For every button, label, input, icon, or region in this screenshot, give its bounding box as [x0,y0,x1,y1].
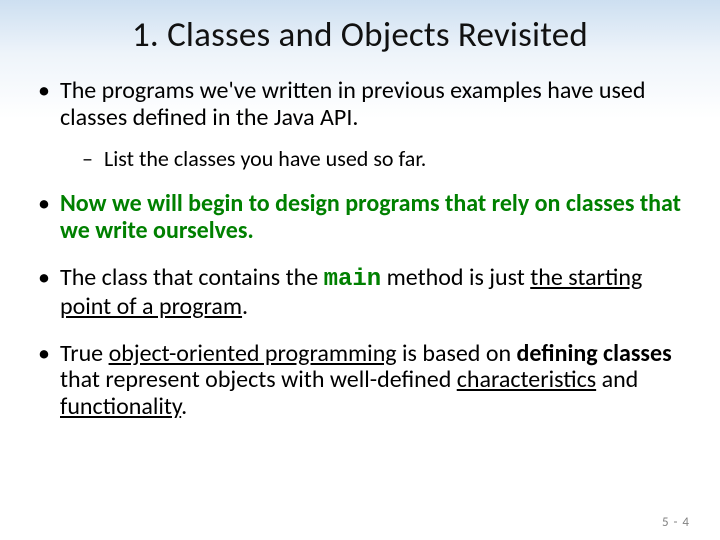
bullet-4-t4: and [596,365,638,394]
bullet-3: The class that contains the main method … [34,265,686,321]
bullet-2: Now we will begin to design programs tha… [34,191,686,245]
bullet-4: True object-oriented programming is base… [34,341,686,422]
main-keyword: main [324,266,382,293]
bullet-4-t3: that represent objects with well-defined [60,365,457,394]
bullet-list: The programs we've written in previous e… [34,78,686,421]
slide-number: 5 - 4 [662,515,690,530]
sub-list: List the classes you have used so far. [82,146,686,171]
sub-bullet-1: List the classes you have used so far. [82,146,686,171]
bullet-3-pre: The class that contains the [60,263,324,292]
bullet-1: The programs we've written in previous e… [34,78,686,171]
bullet-4-t2: is based on [397,339,517,368]
bullet-4-u3: functionality [60,392,181,421]
bullet-4-u1: object-oriented programming [109,339,397,368]
bullet-3-mid: method is just [381,263,530,292]
slide-title: 1. Classes and Objects Revisited [34,14,686,56]
bullet-3-post: . [242,292,248,321]
bullet-1-text: The programs we've written in previous e… [60,76,645,132]
bullet-2-text: Now we will begin to design programs tha… [60,189,681,245]
slide: 1. Classes and Objects Revisited The pro… [0,0,720,540]
bullet-4-t1: True [60,339,109,368]
bullet-4-b1: defining classes [517,339,672,368]
bullet-4-t5: . [181,392,187,421]
bullet-4-u2: characteristics [457,365,596,394]
